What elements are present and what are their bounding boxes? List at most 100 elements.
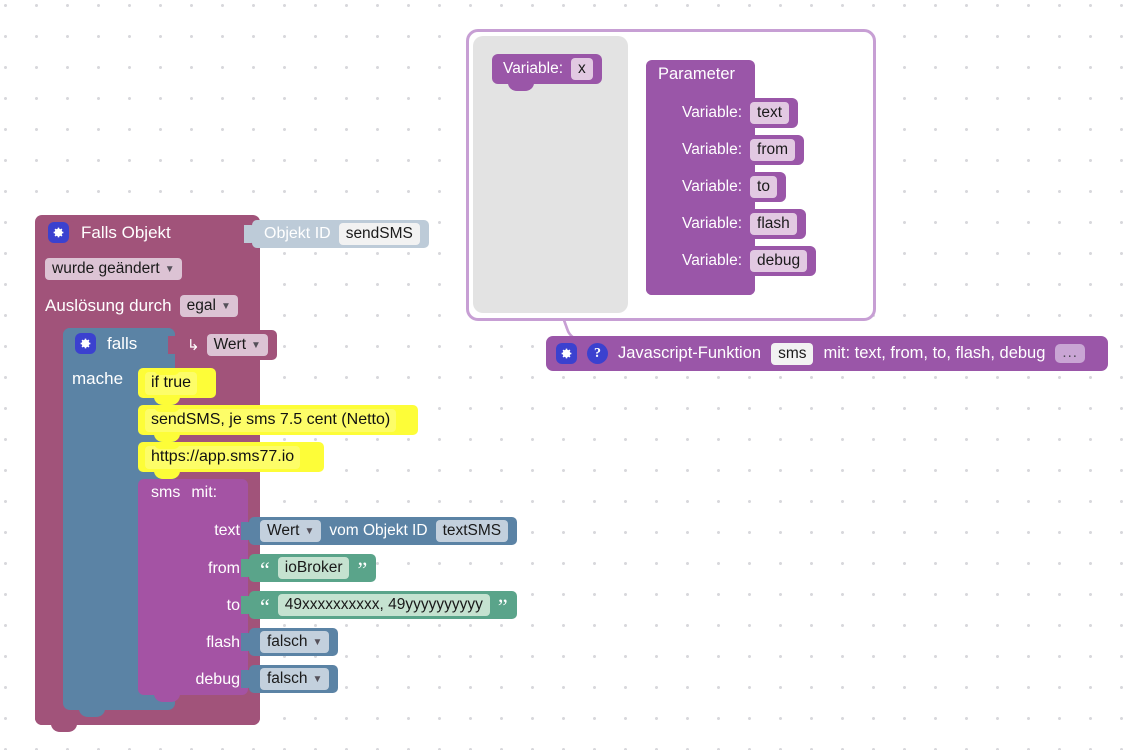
change-mode-row: wurde geändert ▼ — [45, 258, 182, 280]
condition-dropdown[interactable]: Wert ▼ — [206, 334, 268, 356]
notch-top-icon — [687, 135, 713, 142]
arg-label-debug: debug — [195, 671, 241, 688]
do-label: mache — [72, 369, 124, 388]
getter-mid-label: vom Objekt ID — [329, 522, 428, 539]
function-call-title-row: sms mit: — [151, 484, 217, 502]
variable-prefix-label: Variable: — [682, 141, 743, 158]
comment-text[interactable]: sendSMS, je sms 7.5 cent (Netto) — [145, 408, 397, 432]
more-options-button[interactable]: ... — [1055, 344, 1085, 363]
notch-top-icon — [687, 172, 713, 179]
variable-name-field[interactable]: debug — [750, 250, 808, 272]
variable-name-field[interactable]: to — [750, 176, 777, 198]
arg-label-flash: flash — [206, 634, 240, 651]
variable-name-field[interactable]: from — [750, 139, 796, 161]
value-plug-icon — [241, 559, 250, 577]
notch-top-icon — [508, 54, 534, 61]
arg-value-debug-boolean[interactable]: falsch ▼ — [241, 665, 339, 693]
mutator-parameter-block-text[interactable]: Variable: text — [671, 98, 799, 128]
help-icon[interactable]: ? — [587, 343, 608, 364]
function-call-name: sms — [151, 484, 181, 501]
if-block-title-row: falls — [75, 333, 137, 354]
gear-icon[interactable] — [75, 333, 96, 354]
chevron-down-icon: ▼ — [251, 340, 261, 351]
function-call-with-label: mit: — [191, 484, 218, 501]
gear-icon[interactable] — [48, 222, 69, 243]
boolean-value-flash: falsch — [267, 633, 308, 650]
chevron-down-icon: ▼ — [164, 264, 175, 275]
variable-prefix-label: Variable: — [682, 104, 743, 121]
value-plug-icon — [241, 670, 250, 688]
variable-name-field[interactable]: flash — [750, 213, 797, 235]
value-plug-icon — [241, 522, 250, 540]
mutator-parameter-block-flash[interactable]: Variable: flash — [671, 209, 806, 239]
chevron-down-icon: ▼ — [304, 526, 315, 537]
trigger-by-value: egal — [186, 297, 216, 314]
trigger-title: Falls Objekt — [81, 222, 171, 242]
trigger-title-row: Falls Objekt — [48, 222, 171, 243]
return-arrow-icon: ↳ — [187, 337, 200, 354]
object-id-label: Objekt ID — [264, 225, 331, 242]
boolean-dropdown-flash[interactable]: falsch ▼ — [260, 631, 330, 653]
notch-top-icon — [687, 98, 713, 105]
notch-top-icon — [154, 442, 180, 449]
comment-block[interactable]: https://app.sms77.io — [138, 442, 324, 479]
getter-type-dropdown[interactable]: Wert ▼ — [260, 520, 322, 542]
value-plug-icon — [241, 633, 250, 651]
boolean-dropdown-debug[interactable]: falsch ▼ — [260, 668, 330, 690]
arg-value-to-string[interactable]: “ 49xxxxxxxxxx, 49yyyyyyyyyy ” — [241, 591, 517, 619]
comment-block[interactable]: sendSMS, je sms 7.5 cent (Netto) — [138, 405, 418, 442]
value-plug-icon — [168, 336, 177, 354]
js-function-name-field[interactable]: sms — [771, 342, 814, 365]
notch-top-icon — [154, 368, 180, 375]
chevron-down-icon: ▼ — [312, 674, 323, 685]
arg-value-text-getter[interactable]: Wert ▼ vom Objekt ID textSMS — [241, 517, 518, 545]
js-function-prefix: Javascript-Funktion — [618, 344, 762, 362]
js-function-params-label: mit: text, from, to, flash, debug — [823, 344, 1046, 362]
function-call-block-sms[interactable] — [138, 479, 248, 702]
variable-name-field[interactable]: x — [571, 58, 593, 80]
mutator-parameter-title: Parameter — [658, 65, 736, 83]
blockly-workspace[interactable]: Falls Objekt Objekt ID sendSMS wurde geä… — [0, 0, 1126, 750]
quote-close-icon: ” — [497, 594, 508, 619]
mutator-parameter-block-to[interactable]: Variable: to — [671, 172, 786, 202]
arg-label-to: to — [226, 597, 240, 614]
mutator-variable-block-x[interactable]: Variable: x — [492, 54, 602, 91]
trigger-by-label: Auslösung durch — [45, 296, 172, 315]
quote-close-icon: ” — [357, 557, 368, 582]
notch-bottom-icon — [51, 724, 77, 732]
variable-prefix-label: Variable: — [682, 252, 743, 269]
object-id-value-block[interactable]: Objekt ID sendSMS — [244, 220, 429, 248]
arg-value-from-string[interactable]: “ ioBroker ” — [241, 554, 377, 582]
string-field-to[interactable]: 49xxxxxxxxxx, 49yyyyyyyyyy — [277, 594, 490, 616]
object-id-field[interactable]: sendSMS — [338, 223, 420, 245]
getter-object-id-field[interactable]: textSMS — [435, 520, 509, 542]
variable-name-field[interactable]: text — [750, 102, 790, 124]
gear-icon[interactable] — [556, 343, 577, 364]
variable-prefix-label: Variable: — [503, 60, 564, 77]
quote-open-icon: “ — [260, 557, 270, 582]
condition-value: Wert — [213, 336, 247, 353]
variable-prefix-label: Variable: — [682, 215, 743, 232]
notch-top-icon — [687, 209, 713, 216]
string-field-from[interactable]: ioBroker — [277, 557, 350, 579]
arg-value-flash-boolean[interactable]: falsch ▼ — [241, 628, 339, 656]
javascript-function-definition-block[interactable]: ? Javascript-Funktion sms mit: text, fro… — [546, 336, 1108, 371]
change-mode-dropdown[interactable]: wurde geändert ▼ — [45, 258, 182, 280]
mutator-parameter-block-from[interactable]: Variable: from — [671, 135, 805, 165]
chevron-down-icon: ▼ — [220, 301, 231, 312]
getter-type-value: Wert — [267, 522, 300, 539]
mutator-parameter-block-debug[interactable]: Variable: debug — [671, 246, 817, 283]
mutator-parameter-container-foot — [646, 282, 755, 295]
trigger-by-dropdown[interactable]: egal ▼ — [179, 295, 238, 317]
trigger-block-inner-wall — [35, 330, 63, 700]
variable-prefix-label: Variable: — [682, 178, 743, 195]
arg-label-text: text — [214, 522, 240, 539]
comment-block[interactable]: if true — [138, 368, 216, 405]
trigger-by-row: Auslösung durch egal ▼ — [45, 295, 238, 317]
arg-label-from: from — [208, 560, 240, 577]
boolean-value-debug: falsch — [267, 670, 308, 687]
quote-open-icon: “ — [260, 594, 270, 619]
notch-top-icon — [154, 405, 180, 412]
if-condition-value-block[interactable]: ↳ Wert ▼ — [168, 330, 277, 360]
change-mode-value: wurde geändert — [52, 260, 160, 277]
